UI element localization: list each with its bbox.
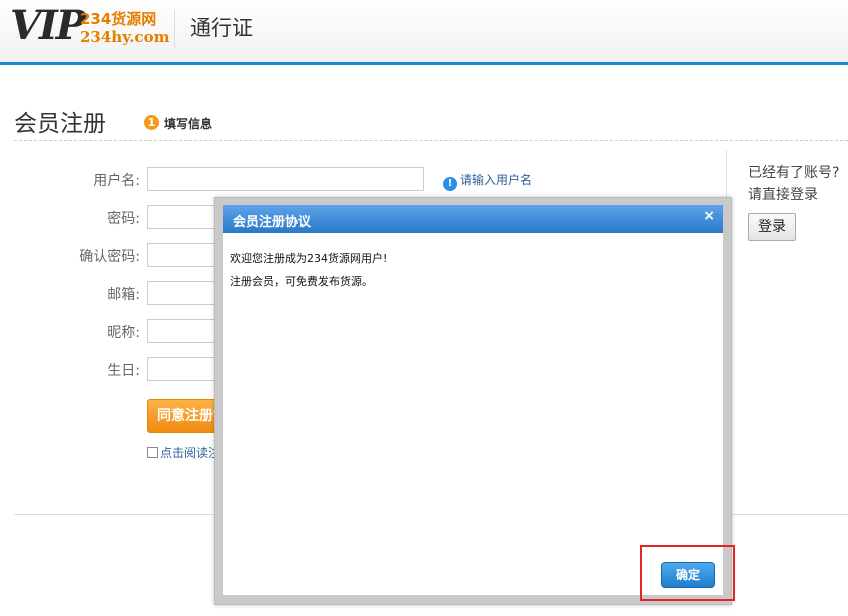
header-title: 通行证 bbox=[190, 16, 253, 40]
step-label: 填写信息 bbox=[164, 117, 213, 131]
have-account-text: 已经有了账号? bbox=[748, 165, 840, 181]
password-label: 密码: bbox=[107, 211, 140, 227]
login-button[interactable]: 登录 bbox=[748, 213, 796, 241]
birthday-label: 生日: bbox=[107, 363, 140, 379]
modal-info-text: 注册会员，可免费发布货源。 bbox=[230, 275, 373, 288]
modal-body: 欢迎您注册成为234货源网用户! 注册会员，可免费发布货源。 bbox=[223, 233, 723, 595]
confirm-password-label: 确认密码: bbox=[79, 249, 140, 265]
logo-cn-text: 234货源网 bbox=[80, 10, 157, 28]
site-logo[interactable]: VIP 234货源网 234hy.com bbox=[10, 2, 170, 58]
modal-header: 会员注册协议 × bbox=[223, 205, 723, 233]
info-icon: ! bbox=[443, 177, 457, 191]
checkbox-icon[interactable] bbox=[147, 447, 158, 458]
title-divider bbox=[14, 140, 848, 141]
close-icon[interactable]: × bbox=[703, 208, 715, 224]
site-header: VIP 234货源网 234hy.com 通行证 bbox=[0, 0, 848, 62]
username-input[interactable] bbox=[147, 167, 424, 191]
page-title: 会员注册 bbox=[14, 111, 106, 137]
header-accent-line bbox=[0, 62, 848, 65]
form-row-username: 用户名: bbox=[0, 167, 440, 191]
logo-domain-text: 234hy.com bbox=[80, 28, 170, 46]
login-directly-text: 请直接登录 bbox=[748, 187, 818, 203]
modal-welcome-text: 欢迎您注册成为234货源网用户! bbox=[230, 252, 388, 265]
username-hint: ! 请输入用户名 bbox=[443, 171, 532, 191]
nickname-label: 昵称: bbox=[107, 325, 140, 341]
logo-vip-text: VIP bbox=[10, 2, 86, 49]
email-label: 邮箱: bbox=[107, 287, 140, 303]
header-divider bbox=[174, 10, 175, 48]
read-agreement-checkbox[interactable]: 点击阅读注 bbox=[147, 444, 220, 461]
username-hint-text: 请输入用户名 bbox=[460, 173, 533, 187]
username-label: 用户名: bbox=[93, 173, 140, 189]
highlight-box bbox=[640, 545, 735, 601]
read-agreement-link[interactable]: 点击阅读注 bbox=[160, 446, 220, 460]
step-number-badge: 1 bbox=[144, 115, 159, 130]
modal-title: 会员注册协议 bbox=[233, 215, 312, 230]
